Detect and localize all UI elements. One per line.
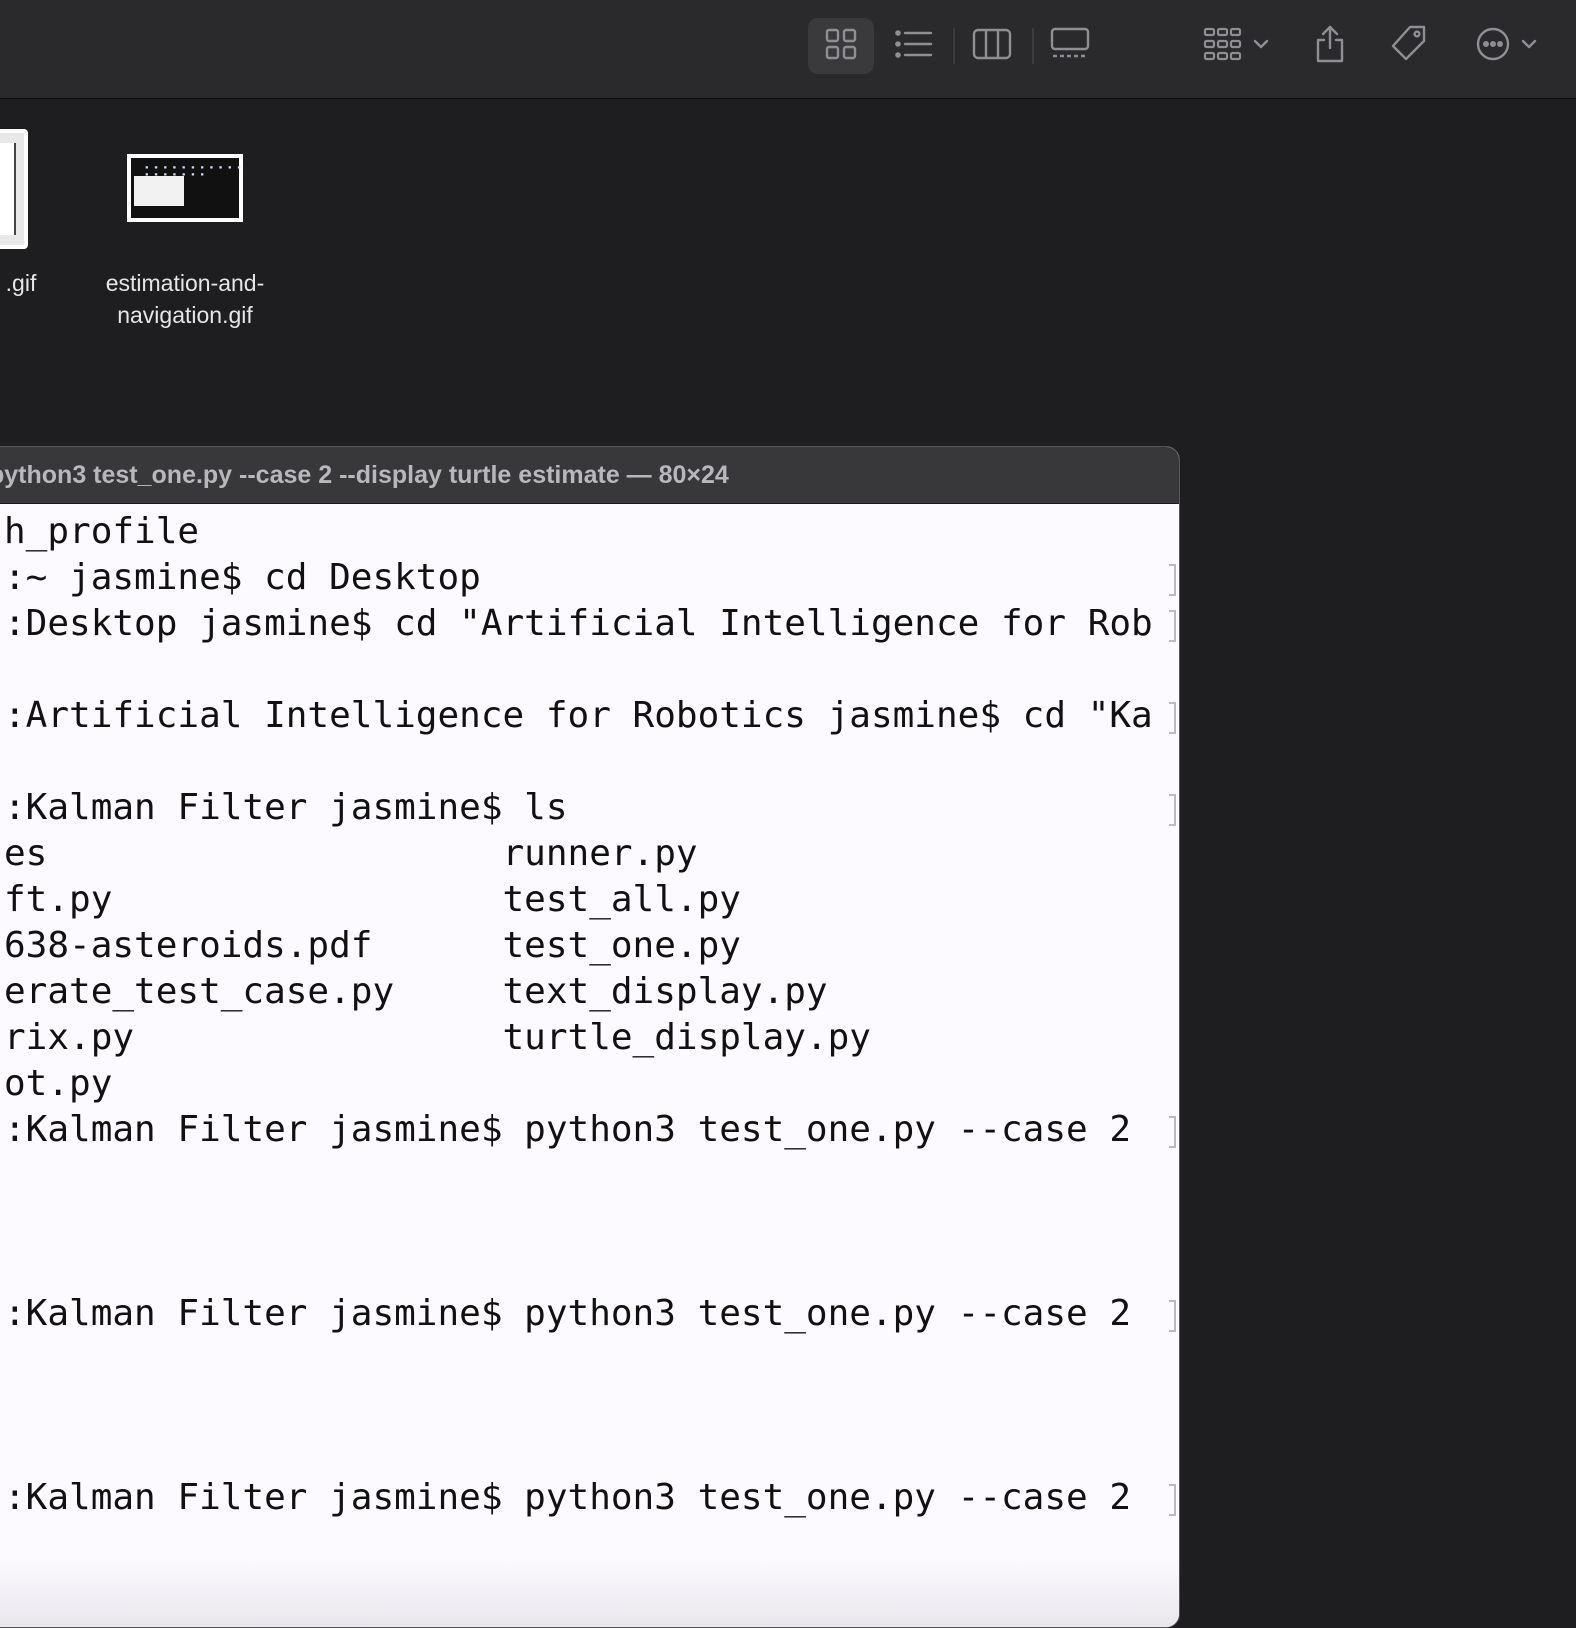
line-wrap-marker [1169, 702, 1176, 734]
terminal-line: 638-asteroids.pdf test_one.py [4, 925, 741, 966]
terminal-window[interactable]: python3 test_one.py --case 2 --display t… [0, 446, 1180, 1628]
terminal-title: python3 test_one.py --case 2 --display t… [0, 461, 729, 489]
toolbar-divider [1032, 28, 1034, 64]
file-name-line: estimation-and- [105, 270, 265, 296]
finder-file-area: .gif ▪ ▪ ▪ ▪ ▪ ▪ ▪ ▪ ▪ ▪ ▪ ▪ ▪ ▪ ▪ ▪ ▪ ▪… [0, 99, 1576, 449]
tag-button[interactable] [1378, 18, 1438, 74]
gif-thumbnail[interactable] [0, 129, 28, 249]
window-bottom-fade [0, 1557, 1179, 1627]
toolbar-divider [953, 28, 955, 64]
more-icon [1475, 26, 1511, 67]
share-button[interactable] [1300, 18, 1360, 74]
file-name[interactable]: estimation-and- navigation.gif [80, 267, 290, 331]
group-icon [1203, 27, 1243, 66]
file-name-line: navigation.gif [117, 302, 253, 328]
terminal-line: :Kalman Filter jasmine$ ls [4, 787, 568, 828]
terminal-line: rix.py turtle_display.py [4, 1017, 871, 1058]
terminal-line: :Desktop jasmine$ cd "Artificial Intelli… [4, 603, 1153, 644]
terminal-line: :Kalman Filter jasmine$ python3 test_one… [4, 1477, 1132, 1518]
terminal-line: ft.py test_all.py [4, 879, 741, 920]
terminal-title-bar[interactable]: python3 test_one.py --case 2 --display t… [0, 447, 1179, 504]
line-wrap-marker [1169, 794, 1176, 826]
icon-view-button[interactable] [808, 18, 874, 74]
share-icon [1313, 24, 1347, 69]
terminal-line: :Kalman Filter jasmine$ python3 test_one… [4, 1109, 1132, 1150]
more-button[interactable] [1466, 18, 1546, 74]
list-view-button[interactable] [884, 18, 944, 74]
terminal-line: :~ jasmine$ cd Desktop [4, 557, 481, 598]
icon-view-icon [824, 27, 858, 66]
list-view-icon [895, 29, 933, 64]
terminal-line: h_profile [4, 511, 200, 552]
file-name[interactable]: .gif [0, 267, 46, 299]
estimation-gif-thumbnail[interactable]: ▪ ▪ ▪ ▪ ▪ ▪ ▪ ▪ ▪ ▪ ▪ ▪ ▪ ▪ ▪ ▪ ▪ ▪ [127, 154, 243, 222]
gallery-view-button[interactable] [1040, 18, 1100, 74]
finder-toolbar [0, 0, 1576, 99]
gallery-view-icon [1050, 27, 1090, 66]
terminal-line: erate_test_case.py text_display.py [4, 971, 828, 1012]
line-wrap-marker [1169, 1484, 1176, 1516]
terminal-line: :Artificial Intelligence for Robotics ja… [4, 695, 1153, 736]
terminal-line: ot.py [4, 1063, 113, 1104]
line-wrap-marker [1169, 1300, 1176, 1332]
chevron-down-icon [1521, 37, 1537, 55]
tag-icon [1388, 24, 1428, 69]
group-by-button[interactable] [1196, 18, 1276, 74]
line-wrap-marker [1169, 564, 1176, 596]
terminal-line: es runner.py [4, 833, 698, 874]
chevron-down-icon [1253, 37, 1269, 55]
line-wrap-marker [1169, 610, 1176, 642]
line-wrap-marker [1169, 1116, 1176, 1148]
column-view-icon [972, 28, 1012, 65]
terminal-line: :Kalman Filter jasmine$ python3 test_one… [4, 1293, 1132, 1334]
column-view-button[interactable] [962, 18, 1022, 74]
thumbnail-preview-window [134, 176, 184, 206]
